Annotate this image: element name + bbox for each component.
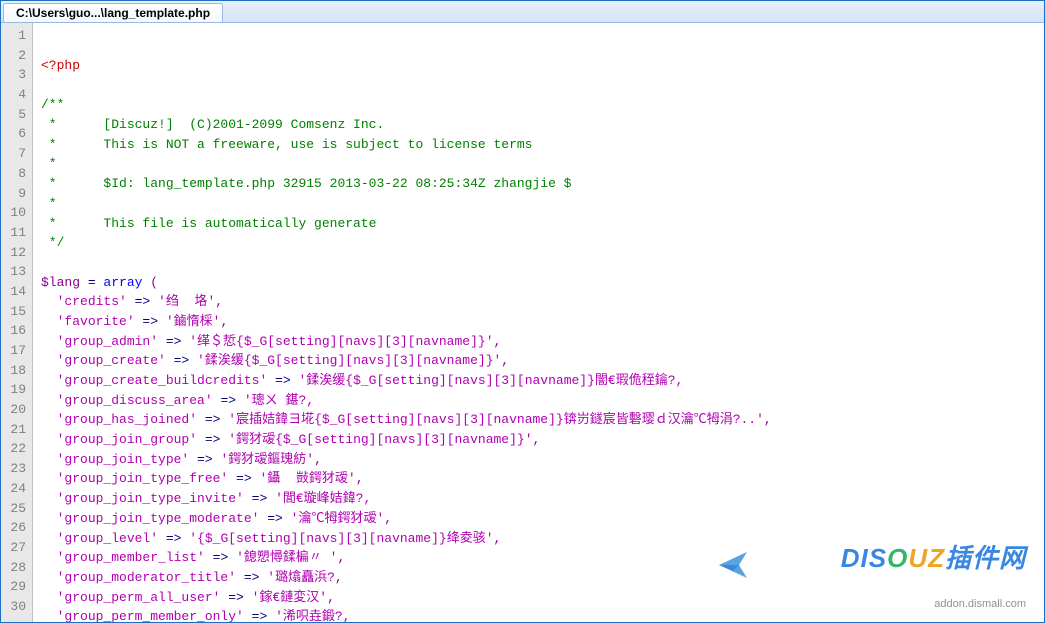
line-number: 23 bbox=[1, 459, 32, 479]
code-line[interactable]: * [Discuz!] (C)2001-2099 Comsenz Inc. bbox=[41, 115, 1044, 135]
line-number: 7 bbox=[1, 144, 32, 164]
code-line[interactable]: 'group_discuss_area' => '璁ㄨ 鍖?, bbox=[41, 391, 1044, 411]
line-number: 10 bbox=[1, 203, 32, 223]
line-number: 21 bbox=[1, 420, 32, 440]
code-line[interactable]: 'group_admin' => '缂＄悊{$_G[setting][navs]… bbox=[41, 332, 1044, 352]
code-line[interactable]: 'credits' => '绉 垎', bbox=[41, 292, 1044, 312]
code-line[interactable]: $lang = array ( bbox=[41, 273, 1044, 293]
line-number: 12 bbox=[1, 243, 32, 263]
code-line[interactable]: * This file is automatically generate bbox=[41, 214, 1044, 234]
line-number-gutter: 1234567891011121314151617181920212223242… bbox=[1, 23, 33, 622]
line-number: 20 bbox=[1, 400, 32, 420]
editor: 1234567891011121314151617181920212223242… bbox=[1, 23, 1044, 622]
code-line[interactable]: 'favorite' => '鏀惰棌', bbox=[41, 312, 1044, 332]
line-number: 19 bbox=[1, 380, 32, 400]
code-line[interactable]: 'group_join_type' => '鍔犲叆鏂瑰紡', bbox=[41, 450, 1044, 470]
code-line[interactable]: * bbox=[41, 194, 1044, 214]
line-number: 15 bbox=[1, 302, 32, 322]
line-number: 3 bbox=[1, 65, 32, 85]
line-number: 14 bbox=[1, 282, 32, 302]
line-number: 16 bbox=[1, 321, 32, 341]
paper-plane-icon bbox=[716, 547, 752, 583]
code-area[interactable]: <?php /** * [Discuz!] (C)2001-2099 Comsen… bbox=[33, 23, 1044, 622]
line-number: 30 bbox=[1, 597, 32, 617]
code-line[interactable]: */ bbox=[41, 233, 1044, 253]
line-number: 24 bbox=[1, 479, 32, 499]
line-number: 6 bbox=[1, 124, 32, 144]
watermark-brand: DISOUZ插件网 bbox=[758, 519, 1026, 597]
code-line[interactable]: 'group_join_group' => '鍔犲叆{$_G[setting][… bbox=[41, 430, 1044, 450]
code-line[interactable]: * This is NOT a freeware, use is subject… bbox=[41, 135, 1044, 155]
code-line[interactable]: 'group_create' => '鍒涘缓{$_G[setting][navs… bbox=[41, 351, 1044, 371]
line-number: 11 bbox=[1, 223, 32, 243]
line-number: 2 bbox=[1, 46, 32, 66]
line-number: 17 bbox=[1, 341, 32, 361]
line-number: 28 bbox=[1, 558, 32, 578]
line-number: 8 bbox=[1, 164, 32, 184]
code-line[interactable]: 'group_join_type_free' => '鑷 敱鍔犲叆', bbox=[41, 469, 1044, 489]
line-number: 22 bbox=[1, 439, 32, 459]
line-number: 4 bbox=[1, 85, 32, 105]
code-line[interactable]: 'group_has_joined' => '宸插姞鍏ヨ埖{$_G[settin… bbox=[41, 410, 1044, 430]
line-number: 26 bbox=[1, 518, 32, 538]
code-line[interactable] bbox=[41, 76, 1044, 96]
code-line[interactable]: <?php bbox=[41, 56, 1044, 76]
code-line[interactable]: /** bbox=[41, 95, 1044, 115]
watermark-url: addon.dismall.com bbox=[758, 599, 1026, 610]
code-line[interactable]: 'group_create_buildcredits' => '鍒涘缓{$_G[… bbox=[41, 371, 1044, 391]
file-tab[interactable]: C:\Users\guo...\lang_template.php bbox=[3, 3, 223, 22]
line-number: 13 bbox=[1, 262, 32, 282]
line-number: 18 bbox=[1, 361, 32, 381]
code-line[interactable]: * $Id: lang_template.php 32915 2013-03-2… bbox=[41, 174, 1044, 194]
line-number: 25 bbox=[1, 499, 32, 519]
line-number: 27 bbox=[1, 538, 32, 558]
line-number: 1 bbox=[1, 26, 32, 46]
code-line[interactable] bbox=[41, 253, 1044, 273]
code-line[interactable]: * bbox=[41, 154, 1044, 174]
line-number: 29 bbox=[1, 577, 32, 597]
watermark-logo: DISOUZ插件网 addon.dismall.com bbox=[716, 519, 1026, 610]
line-number: 9 bbox=[1, 184, 32, 204]
line-number: 5 bbox=[1, 105, 32, 125]
code-line[interactable]: 'group_join_type_invite' => '閭€璇峰姞鍏?, bbox=[41, 489, 1044, 509]
tab-bar: C:\Users\guo...\lang_template.php bbox=[1, 1, 1044, 23]
